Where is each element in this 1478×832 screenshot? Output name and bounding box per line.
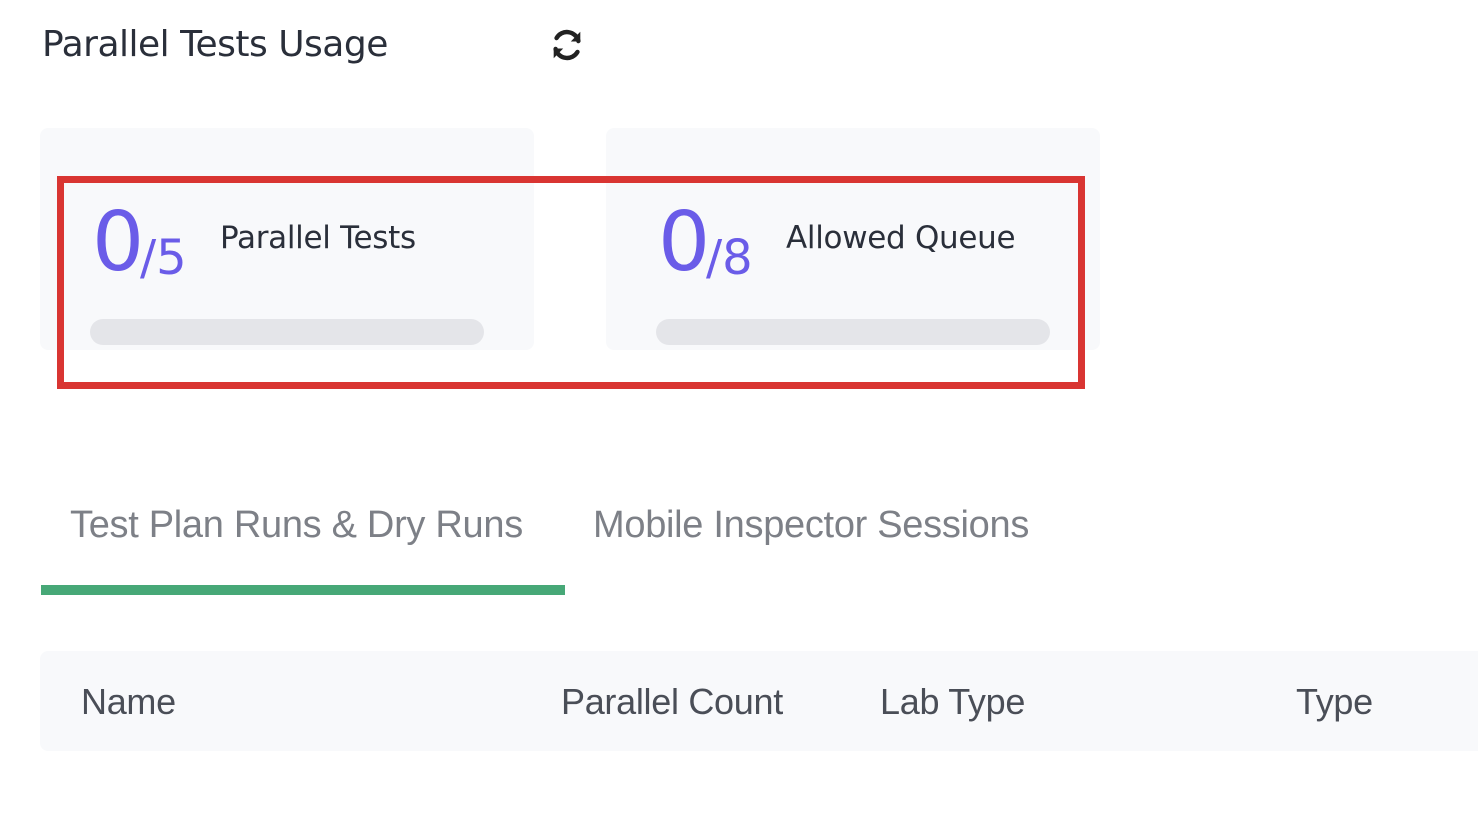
table-header: Name Parallel Count Lab Type Type (40, 651, 1478, 751)
column-header-parallel-count[interactable]: Parallel Count (561, 681, 783, 723)
refresh-button[interactable] (548, 26, 586, 64)
page-title: Parallel Tests Usage (42, 24, 388, 65)
parallel-usage-page: Parallel Tests Usage 0 /5 Parallel Tests… (0, 0, 1478, 832)
tab-mobile-inspector-sessions[interactable]: Mobile Inspector Sessions (593, 504, 1029, 547)
column-header-lab-type[interactable]: Lab Type (880, 681, 1025, 723)
column-header-name[interactable]: Name (81, 681, 176, 723)
highlight-box (57, 176, 1085, 389)
active-tab-indicator (41, 585, 565, 595)
column-header-type[interactable]: Type (1296, 681, 1373, 723)
tab-test-plan-runs[interactable]: Test Plan Runs & Dry Runs (70, 504, 523, 547)
refresh-icon (553, 29, 581, 61)
